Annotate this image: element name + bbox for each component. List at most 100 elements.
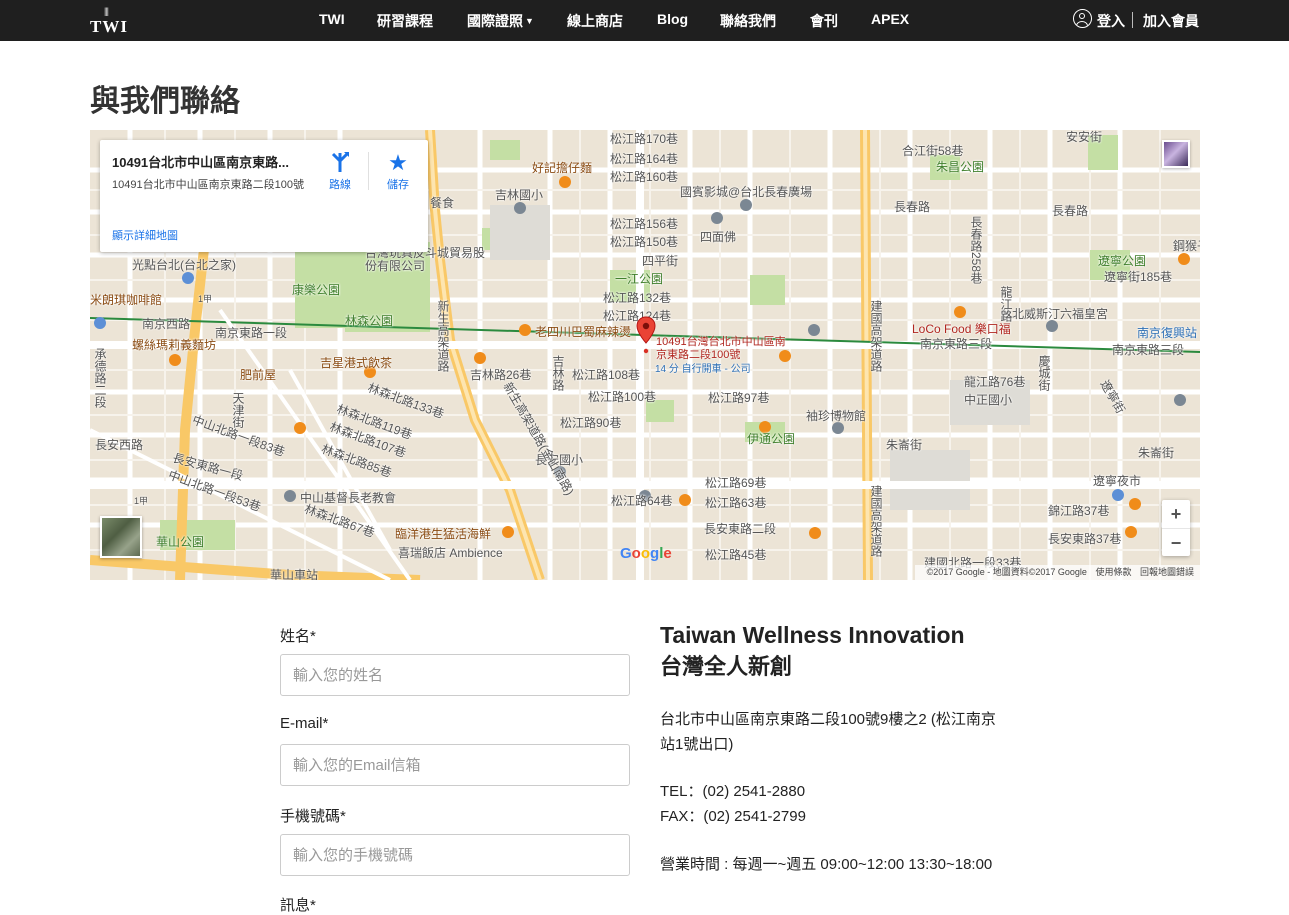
name-input[interactable] [280,654,630,696]
phone-input[interactable] [280,834,630,876]
page-title: 與我們聯絡 [90,85,240,118]
map-label: 龍江路 [999,286,1013,322]
business-hours: 營業時間 : 每週一~週五 09:00~12:00 13:30~18:00 [660,856,993,873]
logo-text: TWI [90,17,128,36]
nav-separator [1132,12,1133,28]
map-label: 遼寧公園 [1098,254,1147,268]
map-label: 餐食 [430,196,455,210]
nav-item-shop[interactable]: 線上商店 [567,11,623,31]
map-label: 遼寧街185巷 [1104,270,1173,284]
map-label: 吉林路26巷 [470,368,532,382]
directions-button[interactable]: 路線 [322,150,358,192]
map-footer: ©2017 Google - 地圖資料©2017 Google 使用條款 回報地… [914,565,1200,580]
caret-down-icon: ▼ [525,16,534,26]
company-address: 台北市中山區南京東路二段100號9樓之2 (松江南京站1號出口) [660,711,996,753]
map-label: 中正國小 [964,393,1013,407]
nav-item-contact[interactable]: 聯絡我們 [720,11,776,31]
map-label: 螺絲瑪莉義麵坊 [132,338,217,352]
location-pin-icon[interactable] [636,316,656,354]
pin-label: 10491台灣台北市中山區南京東路二段100號 [656,336,786,361]
google-logo: Google [620,545,672,562]
name-label: 姓名* [280,628,316,645]
satellite-toggle[interactable] [100,516,142,558]
larger-map-link[interactable]: 顯示詳細地圖 [112,227,178,243]
map-label: 臨洋港生猛活海鮮 [395,527,492,541]
map-label: 長安東路二段 [704,522,777,536]
map-label: 長春路258巷 [969,216,983,285]
pin-subtitle: 14 分 自行開車 - 公司 [655,364,751,375]
report-error-link[interactable]: 回報地圖錯誤 [1140,567,1194,577]
twi-logo[interactable]: ||| TWI [90,6,130,36]
user-icon[interactable] [1073,9,1092,28]
map-label: 朱崙街 [1138,446,1175,460]
nav-item-journal[interactable]: 會刊 [810,11,838,31]
map-label: 松江路90巷 [560,416,622,430]
logo-mark-icon: ||| [104,6,109,16]
map-label: 龍江路76巷 [964,375,1026,389]
map-label: 康樂公園 [292,283,341,297]
map-label: 松江路164巷 [610,152,679,166]
map-label: 南京東路三段 [1112,343,1185,357]
nav-item-courses[interactable]: 研習課程 [377,11,433,31]
info-card-title: 10491台北市中山區南京東路... [112,155,289,170]
map-label: 錦江路37巷 [1048,504,1110,518]
map-label: 長春路 [1052,204,1089,218]
nav-item-certification[interactable]: 國際證照 ▼ [467,11,534,31]
email-input[interactable] [280,744,630,786]
street-view-thumbnail[interactable] [1162,140,1190,168]
save-button[interactable]: ★ 儲存 [380,150,416,192]
zoom-in-button[interactable]: + [1162,500,1190,528]
login-link[interactable]: 登入 [1097,11,1125,31]
info-card-address: 10491台北市中山區南京東路二段100號 [112,179,304,191]
terms-link[interactable]: 使用條款 [1095,567,1131,577]
map-label: 天津街 [231,392,245,428]
nav-item-blog[interactable]: Blog [657,11,688,27]
google-map[interactable]: 松江路170巷 松江路164巷 松江路160巷 松江路156巷 松江路150巷 … [90,130,1200,580]
map-label: LoCo Food 樂口福 [912,322,1011,336]
map-label: 四平街 [642,254,679,268]
company-fax: FAX：(02) 2541-2799 [660,808,806,825]
map-info-card: 10491台北市中山區南京東路... 10491台北市中山區南京東路二段100號… [100,140,428,252]
nav-item-certification-label: 國際證照 [467,13,523,29]
map-label: 南京復興站 [1137,326,1198,340]
map-label: 中山基督長老教會 [300,491,397,505]
directions-icon [322,150,358,176]
map-label: 肥前屋 [240,368,277,382]
top-navbar: ||| TWI TWI 研習課程 國際證照 ▼ 線上商店 Blog 聯絡我們 會刊… [0,0,1289,41]
map-label: 鋼猴子 [1173,239,1200,253]
map-label: 松江路100巷 [588,390,657,404]
map-label: 長安西路 [95,438,144,452]
map-label: 吉林路 [551,355,565,391]
map-label: 一江公園 [615,272,664,286]
map-label: 朱崙街 [886,438,923,452]
zoom-out-button[interactable]: − [1162,528,1190,556]
map-label: 松江路160巷 [610,170,679,184]
map-label: 慶城街 [1037,355,1051,391]
map-label: 建國高架道路 [869,485,883,557]
company-name-zh: 台灣全人新創 [660,654,793,679]
map-label: 長春路 [894,200,931,214]
zoom-controls: + − [1162,500,1190,556]
map-label: 喜瑞飯店 Ambience [398,546,503,560]
map-label: 松江路150巷 [610,235,679,249]
company-tel: TEL：(02) 2541-2880 [660,783,806,800]
join-member-link[interactable]: 加入會員 [1143,11,1199,31]
map-label: 華山公園 [156,535,205,549]
nav-item-twi[interactable]: TWI [319,11,345,27]
map-label: 1甲 [198,294,213,304]
map-label: 松江路108巷 [572,368,641,382]
map-label: 米朗琪咖啡館 [90,293,163,307]
nav-item-apex[interactable]: APEX [871,11,909,27]
map-label: 吉星港式飲茶 [320,356,393,370]
map-label: 林森公園 [345,314,394,328]
map-label: 松江路69巷 [705,476,767,490]
map-label: 長安東路37巷 [1048,532,1122,546]
message-label: 訊息* [280,897,316,914]
map-label: 袖珍博物館 [806,409,867,423]
map-label: 松江路63巷 [705,496,767,510]
save-label: 儲存 [387,179,409,191]
map-label: 南京西路 [142,317,191,331]
map-label: 伊通公園 [747,432,796,446]
directions-label: 路線 [329,179,351,191]
phone-label: 手機號碼* [280,808,346,825]
